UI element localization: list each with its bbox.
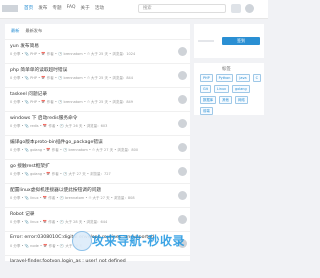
- post-list-panel: 最新 最新发布 yun 发布简易 0 分享 • 📎 PHP • 📅 作者 • 🕐…: [5, 24, 190, 264]
- author-avatar[interactable]: [178, 143, 187, 152]
- tag-golang[interactable]: golang: [232, 85, 250, 93]
- tag-cloud-title: 标签: [222, 67, 231, 72]
- post-title[interactable]: yun 发布简易: [10, 43, 39, 49]
- post-item[interactable]: laravel-finder.footvon.login_as : user! …: [5, 255, 190, 278]
- post-meta: 0 分享 • 📎 PHP • 📅 作者 • 🕐 brennatom • ⏱ 大于…: [10, 52, 136, 56]
- author-avatar[interactable]: [178, 119, 187, 128]
- author-avatar[interactable]: [178, 71, 187, 80]
- nav-item-about[interactable]: 关于: [81, 5, 90, 11]
- tag-php[interactable]: PHP: [200, 74, 213, 82]
- author-avatar[interactable]: [178, 191, 187, 200]
- watermark-logo-icon: [72, 231, 92, 251]
- author-avatar[interactable]: [178, 215, 187, 224]
- avatar[interactable]: [245, 4, 254, 13]
- post-item[interactable]: 配置linux虚拟机连接器以使此按钮调的问题 0 分享 • 📎 linux • …: [5, 183, 190, 206]
- post-meta: 0 分享 • 📎 linux • 📅 作者 • 🕐 大于 28 天 • 浏览量：…: [10, 220, 108, 224]
- tag-git[interactable]: Git: [200, 85, 211, 93]
- post-tabs: 最新 最新发布: [11, 28, 42, 34]
- post-item[interactable]: php 简单单的读取超时错误 0 分享 • 📎 PHP • 📅 作者 • 🕐 b…: [5, 63, 190, 86]
- main-nav: 首页 发布 专题 FAQ 关于 活动: [24, 5, 104, 11]
- post-item[interactable]: yun 发布简易 0 分享 • 📎 PHP • 📅 作者 • 🕐 brennat…: [5, 39, 190, 62]
- post-meta: 0 分享 • 📎 golang • 📅 作者 • 🕐 大于 27 天 • 浏览量…: [10, 172, 111, 176]
- nav-item-faq[interactable]: FAQ: [67, 5, 76, 11]
- post-title[interactable]: Robot 记录: [10, 211, 34, 217]
- post-title[interactable]: 编译go版本proto-bin插件go_package错误: [10, 139, 103, 145]
- author-avatar[interactable]: [178, 47, 187, 56]
- site-logo[interactable]: [2, 5, 18, 12]
- nav-item-publish[interactable]: 发布: [38, 5, 47, 11]
- post-meta: 0 分享 • 📎 PHP • 📅 作者 • 🕐 brennatom • ⏱ 大于…: [10, 100, 133, 104]
- post-item[interactable]: taskeel 问题记录 0 分享 • 📎 PHP • 📅 作者 • 🕐 bre…: [5, 87, 190, 110]
- top-bar: 首页 发布 专题 FAQ 关于 活动 搜索: [0, 0, 268, 19]
- tab-latest[interactable]: 最新: [11, 28, 19, 34]
- post-item[interactable]: go 接触rest框架扩 0 分享 • 📎 golang • 📅 作者 • 🕐 …: [5, 159, 190, 182]
- author-avatar[interactable]: [178, 167, 187, 176]
- post-item[interactable]: Robot 记录 0 分享 • 📎 linux • 📅 作者 • 🕐 大于 28…: [5, 207, 190, 230]
- notification-icon[interactable]: [231, 4, 241, 13]
- watermark-text: 攻来导航-秒收录: [92, 234, 185, 248]
- post-title[interactable]: windows 下 启动redis服务命令: [10, 115, 77, 121]
- tag-database[interactable]: 数据库: [200, 96, 217, 104]
- tag-network[interactable]: 网络: [234, 96, 248, 104]
- tag-other[interactable]: 其他: [219, 96, 232, 104]
- signin-placeholder-line: [198, 40, 214, 42]
- post-meta: 0 分享 • 📎 linux • 📅 作者 • 🕐 brennatom • ⏱ …: [10, 196, 135, 200]
- author-avatar[interactable]: [178, 95, 187, 104]
- tag-java[interactable]: Java: [236, 74, 250, 82]
- tab-latest-published[interactable]: 最新发布: [25, 28, 42, 34]
- post-meta: 0 分享 • 📎 golang • 📅 作者 • 🕐 brennatom • ⏱…: [10, 148, 139, 152]
- post-title[interactable]: 配置linux虚拟机连接器以使此按钮调的问题: [10, 187, 101, 193]
- nav-item-events[interactable]: 活动: [95, 5, 104, 11]
- post-title[interactable]: taskeel 问题记录: [10, 91, 47, 97]
- tag-cloud-panel: 标签 PHP Python Java C Git Linux golang 数据…: [194, 63, 264, 115]
- signin-button[interactable]: 签到: [222, 37, 260, 45]
- tag-frontend[interactable]: 前端: [200, 107, 213, 115]
- post-meta: 0 分享 • 📎 redis • 📅 作者 • 🕐 大于 26 天 • 浏览量：…: [10, 124, 108, 128]
- post-meta: 0 分享 • 📎 PHP • 📅 作者 • 🕐 brennatom • ⏱ 大于…: [10, 76, 133, 80]
- tag-python[interactable]: Python: [215, 74, 234, 82]
- tag-linux[interactable]: Linux: [213, 85, 230, 93]
- post-title[interactable]: go 接触rest框架扩: [10, 163, 50, 169]
- tag-list: PHP Python Java C Git Linux golang 数据库 其…: [200, 74, 262, 115]
- search-input[interactable]: 搜索: [138, 4, 226, 13]
- tag-c[interactable]: C: [252, 74, 261, 82]
- post-title[interactable]: php 简单单的读取超时错误: [10, 67, 67, 73]
- post-meta: 0 分享 • 📎 node • 📅 作者 • 🕐 大于 28 天: [10, 244, 83, 248]
- post-item[interactable]: 编译go版本proto-bin插件go_package错误 0 分享 • 📎 g…: [5, 135, 190, 158]
- post-item[interactable]: windows 下 启动redis服务命令 0 分享 • 📎 redis • 📅…: [5, 111, 190, 134]
- nav-item-home[interactable]: 首页: [24, 5, 33, 11]
- signin-panel: 签到: [194, 24, 264, 58]
- nav-item-topics[interactable]: 专题: [52, 5, 61, 11]
- post-title[interactable]: laravel-finder.footvon.login_as : user! …: [10, 259, 126, 264]
